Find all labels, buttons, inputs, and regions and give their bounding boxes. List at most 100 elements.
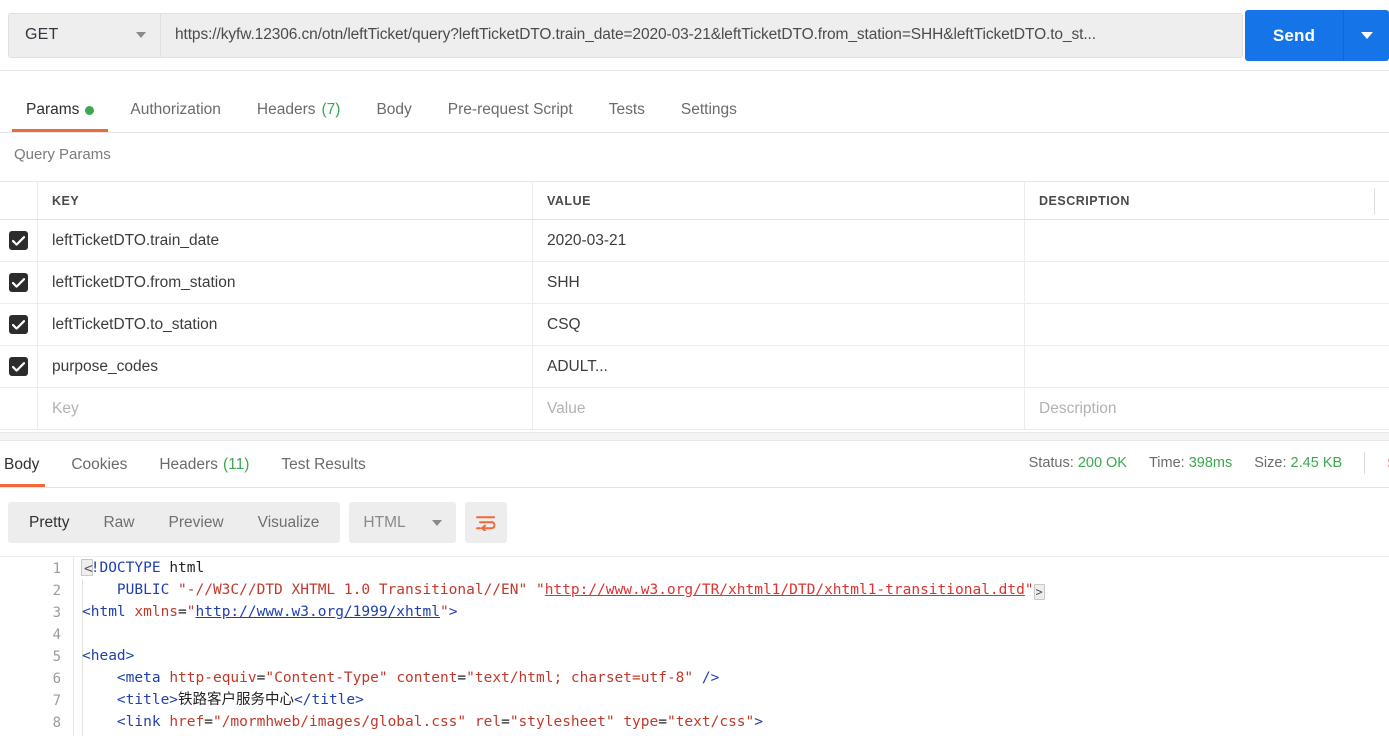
header-cell-checkbox — [0, 182, 38, 219]
http-method-selector[interactable]: GET — [8, 12, 160, 58]
code-token: > — [448, 604, 458, 620]
code-token: " — [439, 604, 449, 620]
row-value-cell[interactable]: ADULT... — [533, 346, 1025, 387]
row-key-cell[interactable]: leftTicketDTO.train_date — [38, 220, 533, 261]
row-key-cell[interactable]: purpose_codes — [38, 346, 533, 387]
code-token: html — [169, 560, 205, 576]
row-value-text: SHH — [547, 273, 580, 291]
checkbox-checked-icon[interactable] — [9, 357, 28, 376]
new-key-input[interactable]: Key — [38, 388, 533, 429]
send-options-button[interactable] — [1343, 10, 1389, 61]
request-url-bar: GET https://kyfw.12306.cn/otn/leftTicket… — [0, 0, 1389, 71]
tab-response-body-label: Body — [4, 455, 40, 473]
row-checkbox-cell — [0, 304, 38, 345]
code-fold-end-icon[interactable]: > — [1033, 584, 1045, 600]
column-resize-handle[interactable] — [1374, 188, 1375, 214]
new-description-input[interactable]: Description — [1025, 388, 1389, 429]
request-tabs: Params Authorization Headers (7) Body Pr… — [0, 87, 1389, 133]
tab-params[interactable]: Params — [8, 88, 112, 132]
tab-settings[interactable]: Settings — [663, 88, 755, 132]
code-token: "Content-Type" — [265, 670, 388, 686]
row-description-cell[interactable] — [1025, 262, 1389, 303]
code-token: <link — [116, 714, 170, 730]
tab-authorization[interactable]: Authorization — [112, 88, 238, 132]
code-token: = — [204, 714, 213, 730]
checkbox-checked-icon[interactable] — [9, 231, 28, 250]
row-description-cell[interactable] — [1025, 220, 1389, 261]
code-line-number-gutter: 1 2 3 4 5 6 7 8 — [0, 557, 74, 736]
tab-settings-label: Settings — [680, 101, 737, 118]
row-checkbox-cell — [0, 220, 38, 261]
tab-tests[interactable]: Tests — [591, 88, 663, 132]
tab-response-headers-label: Headers — [159, 455, 218, 473]
table-row: leftTicketDTO.to_station CSQ — [0, 304, 1389, 346]
time-value: 398ms — [1188, 455, 1233, 471]
checkbox-checked-icon[interactable] — [9, 273, 28, 292]
code-token: http://www.w3.org/1999/xhtml — [195, 604, 440, 620]
new-key-placeholder: Key — [52, 399, 79, 417]
chevron-down-icon — [136, 32, 146, 38]
query-params-title: Query Params — [14, 146, 111, 163]
tab-headers[interactable]: Headers (7) — [239, 88, 359, 132]
row-key-text: leftTicketDTO.train_date — [52, 231, 220, 249]
code-line: < !DOCTYPE html — [81, 557, 1045, 579]
status-label: Status: — [1028, 455, 1074, 471]
row-key-cell[interactable]: leftTicketDTO.to_station — [38, 304, 533, 345]
tab-test-results[interactable]: Test Results — [265, 442, 381, 487]
view-mode-pretty[interactable]: Pretty — [12, 502, 86, 543]
send-button[interactable]: Send — [1245, 10, 1343, 61]
view-mode-visualize[interactable]: Visualize — [241, 502, 337, 543]
code-token: " — [1024, 582, 1034, 598]
tab-params-label: Params — [26, 101, 80, 118]
response-format-selector[interactable]: HTML — [349, 502, 457, 543]
tab-body[interactable]: Body — [358, 88, 429, 132]
tab-pre-request-script[interactable]: Pre-request Script — [430, 88, 591, 132]
code-token: http://www.w3.org/TR/xhtml1/DTD/xhtml1-t… — [544, 582, 1025, 598]
tab-response-body[interactable]: Body — [0, 442, 55, 487]
view-mode-preview[interactable]: Preview — [152, 502, 241, 543]
row-description-cell[interactable] — [1025, 304, 1389, 345]
row-key-cell[interactable]: leftTicketDTO.from_station — [38, 262, 533, 303]
new-value-input[interactable]: Value — [533, 388, 1025, 429]
row-value-cell[interactable]: SHH — [533, 262, 1025, 303]
response-pane-splitter[interactable] — [0, 432, 1389, 441]
code-line: <head> — [82, 645, 1045, 667]
params-modified-dot-icon — [85, 105, 95, 115]
tab-pre-request-script-label: Pre-request Script — [447, 101, 573, 118]
tab-response-cookies[interactable]: Cookies — [55, 442, 143, 487]
checkbox-checked-icon[interactable] — [9, 315, 28, 334]
code-token: "/mormhweb/images/global.css" — [212, 714, 467, 730]
chevron-down-icon — [432, 519, 443, 526]
size-value: 2.45 KB — [1290, 455, 1343, 471]
status-value: 200 OK — [1077, 455, 1127, 471]
row-value-cell[interactable]: CSQ — [533, 304, 1025, 345]
code-line: <meta http-equiv="Content-Type" content=… — [82, 667, 1045, 689]
tab-tests-label: Tests — [608, 101, 645, 118]
view-mode-raw[interactable]: Raw — [86, 502, 151, 543]
tab-response-cookies-label: Cookies — [71, 455, 128, 473]
response-format-label: HTML — [363, 513, 406, 531]
row-value-text: ADULT... — [547, 357, 608, 375]
table-header-row: KEY VALUE DESCRIPTION — [0, 182, 1389, 220]
tab-response-headers[interactable]: Headers (11) — [143, 442, 265, 487]
code-token: "text/css" — [666, 714, 755, 730]
code-fold-icon[interactable]: < — [81, 559, 93, 577]
response-body-code-viewer[interactable]: 1 2 3 4 5 6 7 8 < !DOCTYPE html PUBLIC "-//W3C/… — [0, 556, 1389, 736]
word-wrap-toggle[interactable] — [465, 502, 508, 543]
code-line: <title>铁路客户服务中心</title> — [82, 689, 1045, 711]
row-value-cell[interactable]: 2020-03-21 — [533, 220, 1025, 261]
url-input[interactable]: https://kyfw.12306.cn/otn/leftTicket/que… — [160, 12, 1243, 58]
row-description-cell[interactable] — [1025, 346, 1389, 387]
code-line-number: 5 — [52, 649, 61, 665]
size-badge: Size: 2.45 KB — [1254, 455, 1342, 471]
url-text: https://kyfw.12306.cn/otn/leftTicket/que… — [175, 26, 1096, 43]
code-token: rel — [474, 714, 502, 730]
tab-test-results-label: Test Results — [281, 455, 366, 473]
query-params-table: KEY VALUE DESCRIPTION leftTicketDTO.trai… — [0, 181, 1389, 430]
table-empty-row: Key Value Description — [0, 388, 1389, 430]
